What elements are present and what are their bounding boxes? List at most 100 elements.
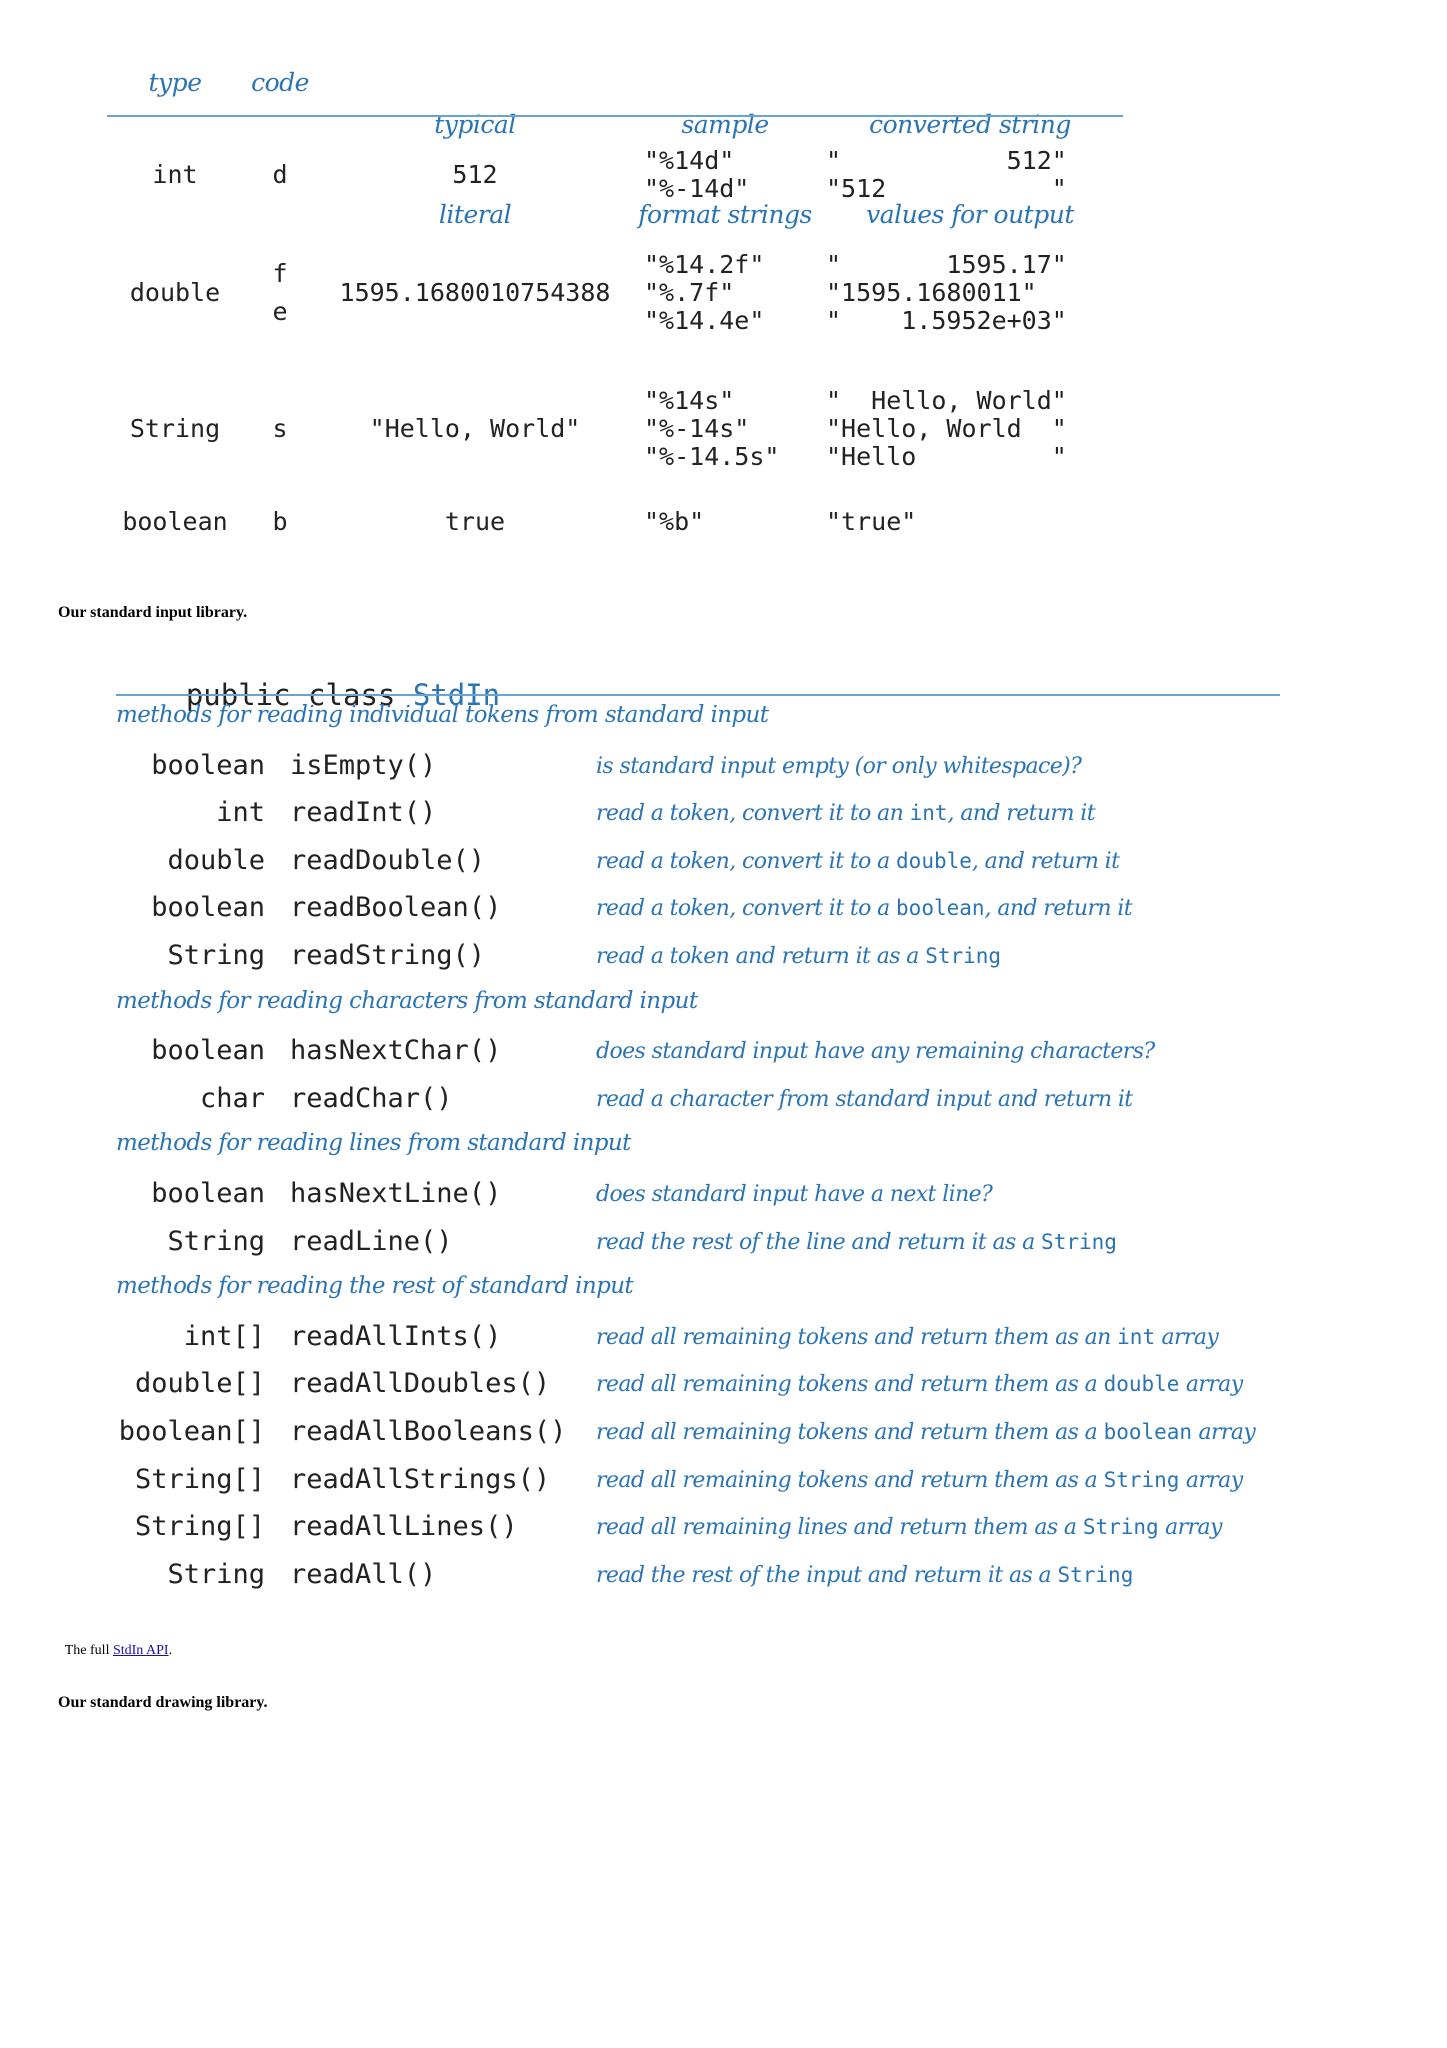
description-text: read all remaining tokens and return the… <box>596 1372 1104 1398</box>
method-signature: readDouble() <box>290 844 486 876</box>
method-description: read all remaining tokens and return the… <box>596 1468 1243 1493</box>
row-literal: "Hello, World" <box>369 414 581 443</box>
description-code: String <box>1082 1515 1159 1540</box>
method-signature: readString() <box>290 940 486 971</box>
method-return-type: double[] <box>134 1368 265 1400</box>
row-format: "%14.2f" <box>644 250 765 279</box>
row-output: "512 " <box>826 174 1067 203</box>
row-type: boolean <box>122 507 228 536</box>
description-code: double <box>896 848 972 873</box>
header-sample-format-line2: format strings <box>638 200 812 229</box>
description-text: does standard input have any remaining c… <box>596 1039 1155 1065</box>
api-method-row: boolean readBoolean() read a token, conver… <box>0 892 1300 932</box>
method-return-type: double <box>167 844 265 876</box>
description-text: does standard input have a next line? <box>596 1182 993 1207</box>
stdin-api-link[interactable]: StdIn API <box>113 1643 169 1658</box>
row-output: " Hello, World" <box>826 386 1067 415</box>
row-output: "1595.1680011" <box>826 278 1037 307</box>
method-description: does standard input have a next line? <box>596 1182 993 1207</box>
method-description: is standard input empty (or only whitesp… <box>596 754 1082 779</box>
row-literal: 512 <box>452 160 498 189</box>
method-description: read all remaining tokens and return the… <box>596 1324 1219 1350</box>
api-method-row: int readInt() read a token, convert it to … <box>0 797 1300 837</box>
method-description: read the rest of the input and return it… <box>596 1563 1133 1588</box>
api-section-heading: methods for reading individual tokens fr… <box>116 702 769 728</box>
description-text: read a token, convert it to a <box>596 848 897 874</box>
api-method-row: char readChar() read a character from stan… <box>0 1083 1300 1123</box>
method-description: read all remaining tokens and return the… <box>596 1372 1243 1397</box>
description-text: array <box>1179 1372 1243 1398</box>
method-return-type: int <box>216 797 265 829</box>
api-method-row: String readString() read a token and retur… <box>0 940 1300 980</box>
row-output: " 512" <box>826 146 1067 175</box>
row-format: "%-14.5s" <box>644 442 780 471</box>
method-signature: readInt() <box>290 797 437 829</box>
method-description: read a token and return it as a String <box>596 944 1001 969</box>
method-signature: hasNextChar() <box>290 1035 502 1067</box>
method-return-type: String[] <box>134 1463 265 1495</box>
description-text: read a token and return it as a <box>596 944 926 969</box>
method-return-type: String <box>167 940 265 971</box>
description-text: read all remaining tokens and return the… <box>596 1324 1118 1350</box>
description-text: read a character from standard input and… <box>596 1086 1133 1112</box>
api-method-row: String[] readAllStrings() read all remaini… <box>0 1464 1300 1504</box>
method-signature: readAllStrings() <box>290 1463 551 1495</box>
method-description: read all remaining tokens and return the… <box>596 1420 1256 1445</box>
description-code: double <box>1103 1372 1180 1397</box>
stddraw-caption: Our standard drawing library. <box>58 1694 268 1711</box>
row-format: "%14.4e" <box>644 306 765 335</box>
method-signature: readAllInts() <box>290 1320 502 1352</box>
method-signature: readLine() <box>290 1225 453 1257</box>
api-method-row: String readLine() read the rest of the lin… <box>0 1226 1300 1266</box>
row-literal: 1595.1680010754388 <box>339 278 611 307</box>
api-section-heading: methods for reading the rest of standard… <box>116 1273 634 1300</box>
header-code: code <box>251 68 309 97</box>
description-code: String <box>1041 1229 1117 1254</box>
description-text: read a token, convert it to an <box>596 801 910 827</box>
row-code: b <box>272 507 288 536</box>
description-text: , and return it <box>947 801 1096 827</box>
full-api-suffix: . <box>168 1643 173 1658</box>
row-code: d <box>272 160 288 189</box>
row-format: "%14d" <box>644 146 735 175</box>
method-signature: hasNextLine() <box>290 1178 502 1209</box>
row-format: "%-14s" <box>644 414 750 443</box>
api-section-heading: methods for reading characters from stan… <box>116 987 698 1014</box>
method-return-type: boolean <box>151 1178 265 1209</box>
row-output: "Hello, World " <box>826 414 1067 443</box>
description-text: , and return it <box>971 848 1120 874</box>
method-description: read a token, convert it to an int, and … <box>596 801 1096 827</box>
api-section-heading: methods for reading lines from standard … <box>116 1130 631 1157</box>
api-method-row: boolean[] readAllBooleans() read all remai… <box>0 1416 1300 1456</box>
method-return-type: boolean <box>151 749 265 781</box>
method-signature: readAll() <box>290 1558 437 1590</box>
header-typical-literal-line2: literal <box>438 200 512 229</box>
full-api-line: The full StdIn API. <box>58 1627 172 1659</box>
header-rule <box>107 115 1123 117</box>
description-code: boolean <box>896 896 985 921</box>
description-text: read the rest of the line and return it … <box>596 1229 1042 1255</box>
row-format: "%.7f" <box>644 278 735 307</box>
method-signature: isEmpty() <box>290 749 437 781</box>
api-method-row: int[] readAllInts() read all remaining tok… <box>0 1321 1300 1361</box>
api-rule <box>116 694 1280 696</box>
description-text: read the rest of the input and return it… <box>596 1562 1058 1588</box>
description-text: read a token, convert it to a <box>596 896 897 922</box>
row-format: "%-14d" <box>644 174 750 203</box>
row-format: "%b" <box>644 507 705 536</box>
api-method-row: boolean hasNextChar() does standard input … <box>0 1035 1300 1075</box>
api-method-row: boolean hasNextLine() does standard input … <box>0 1178 1300 1218</box>
description-code: boolean <box>1103 1420 1193 1444</box>
api-method-row: String[] readAllLines() read all remaining… <box>0 1511 1300 1551</box>
method-signature: readAllLines() <box>290 1511 518 1543</box>
method-return-type: boolean[] <box>118 1416 265 1447</box>
description-text: array <box>1179 1467 1243 1493</box>
method-description: read a token, convert it to a double, an… <box>596 848 1120 874</box>
method-description: read a character from standard input and… <box>596 1087 1133 1112</box>
header-type: type <box>148 68 202 97</box>
description-code: int <box>909 801 948 826</box>
method-description: does standard input have any remaining c… <box>596 1039 1155 1064</box>
row-code: s <box>272 414 288 443</box>
description-text: read all remaining lines and return them… <box>596 1515 1083 1541</box>
api-method-row: double[] readAllDoubles() read all remaini… <box>0 1368 1300 1408</box>
